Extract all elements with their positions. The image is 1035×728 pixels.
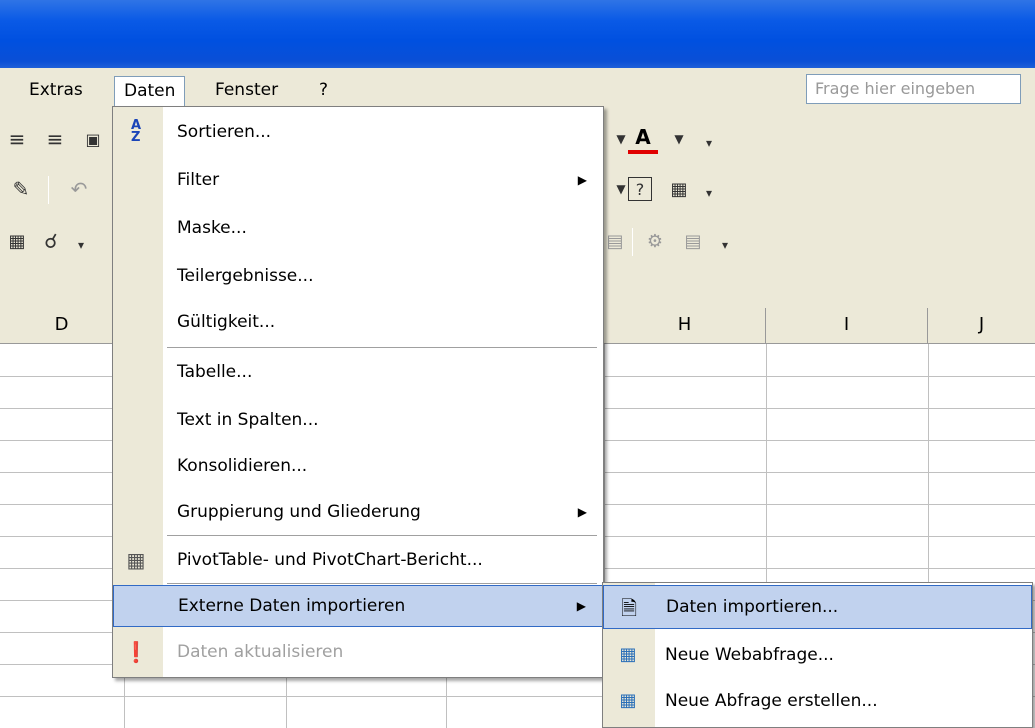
format-painter-icon[interactable]: ✎	[6, 174, 36, 204]
menu-item-pivottable[interactable]: ▦ PivotTable- und PivotChart-Bericht...	[113, 539, 603, 581]
toolbar-separator	[632, 228, 633, 256]
column-header-i[interactable]: I	[766, 308, 928, 344]
menu-item-maske[interactable]: Maske...	[113, 207, 603, 249]
menu-item-label: Gruppierung und Gliederung	[177, 502, 421, 522]
submenu-arrow-icon: ▶	[577, 505, 587, 519]
menu-item-text-in-spalten[interactable]: Text in Spalten...	[113, 399, 603, 441]
menu-separator	[167, 347, 597, 348]
submenu-arrow-icon: ▶	[577, 173, 587, 187]
menu-item-gruppierung[interactable]: Gruppierung und Gliederung ▶	[113, 491, 603, 533]
menu-item-label: Maske...	[177, 218, 247, 238]
toolbar-options-icon[interactable]: ▾	[710, 230, 740, 260]
menu-item-label: Sortieren...	[177, 122, 272, 142]
import-data-icon: 🗎	[620, 596, 638, 620]
menu-item-neue-webabfrage[interactable]: ▦ Neue Webabfrage...	[603, 633, 1032, 677]
menu-item-label: Daten importieren...	[666, 597, 839, 617]
undo-icon[interactable]: ↶	[64, 174, 94, 204]
font-color-dropdown-icon[interactable]: ▼	[664, 124, 694, 154]
menu-item-label: Neue Abfrage erstellen...	[665, 691, 878, 711]
menu-item-teilergebnisse[interactable]: Teilergebnisse...	[113, 255, 603, 297]
menu-item-label: Externe Daten importieren	[178, 596, 406, 616]
menu-item-label: PivotTable- und PivotChart-Bericht...	[177, 550, 483, 570]
toolbar-options-icon[interactable]: ▾	[694, 178, 724, 208]
sort-az-icon: AZ	[130, 118, 142, 145]
menu-item-label: Text in Spalten...	[177, 410, 319, 430]
merge-center-icon[interactable]: ▣	[78, 124, 108, 154]
grayed-list-icon: ▤	[684, 230, 702, 252]
web-query-icon: ▦	[619, 644, 637, 665]
menu-item-filter[interactable]: Filter ▶	[113, 159, 603, 201]
menu-fenster[interactable]: Fenster	[206, 76, 287, 106]
menu-item-label: Neue Webabfrage...	[665, 645, 834, 665]
menu-separator	[167, 535, 597, 536]
chart-wizard-icon[interactable]: ▦	[2, 226, 32, 256]
menu-item-neue-abfrage[interactable]: ▦ Neue Abfrage erstellen...	[603, 679, 1032, 723]
menu-extras[interactable]: Extras	[20, 76, 92, 106]
column-header-d[interactable]: D	[0, 308, 124, 344]
font-color-icon[interactable]: A	[628, 124, 658, 154]
menu-separator	[167, 583, 597, 584]
help-icon[interactable]: ?	[628, 177, 652, 201]
toolbar-separator	[48, 176, 49, 204]
menu-item-konsolidieren[interactable]: Konsolidieren...	[113, 445, 603, 487]
zoom-icon[interactable]: ☌	[36, 226, 66, 256]
toolbar-options-icon[interactable]: ▾	[66, 230, 96, 260]
daten-menu: AZ Sortieren... Filter ▶ Maske... Teiler…	[112, 106, 604, 678]
menu-item-label: Filter	[177, 170, 220, 190]
toolbar-options-icon[interactable]: ▾	[694, 128, 724, 158]
new-query-icon: ▦	[619, 690, 637, 711]
menu-help[interactable]: ?	[310, 76, 337, 106]
menu-item-daten-importieren[interactable]: 🗎 Daten importieren...	[603, 585, 1032, 629]
submenu-arrow-icon: ▶	[576, 599, 586, 613]
menu-item-label: Daten aktualisieren	[177, 642, 344, 662]
menu-item-tabelle[interactable]: Tabelle...	[113, 351, 603, 393]
menu-item-gueltigkeit[interactable]: Gültigkeit...	[113, 301, 603, 343]
column-header-h[interactable]: H	[604, 308, 766, 344]
pivottable-toolbar-icon[interactable]: ▦	[664, 174, 694, 204]
pivottable-icon: ▦	[126, 548, 146, 572]
refresh-data-icon: ❗	[123, 640, 149, 664]
menu-item-label: Teilergebnisse...	[177, 266, 314, 286]
menu-item-label: Gültigkeit...	[177, 312, 276, 332]
menu-item-externe-daten[interactable]: Externe Daten importieren ▶	[113, 585, 603, 627]
align-center-icon[interactable]: ≡	[40, 124, 70, 154]
menu-item-label: Konsolidieren...	[177, 456, 308, 476]
align-left-icon[interactable]: ≡	[2, 124, 32, 154]
grayed-table-icon: ▤	[606, 230, 624, 252]
menu-item-daten-aktualisieren[interactable]: ❗ Daten aktualisieren	[113, 631, 603, 673]
grayed-settings-icon: ⚙	[646, 230, 664, 252]
window-titlebar	[0, 0, 1035, 68]
externe-daten-submenu: 🗎 Daten importieren... ▦ Neue Webabfrage…	[602, 582, 1033, 728]
column-header-j[interactable]: J	[928, 308, 1035, 344]
ask-question-input[interactable]: Frage hier eingeben	[806, 74, 1021, 104]
menu-item-label: Tabelle...	[177, 362, 253, 382]
menu-item-sortieren[interactable]: AZ Sortieren...	[113, 111, 603, 153]
